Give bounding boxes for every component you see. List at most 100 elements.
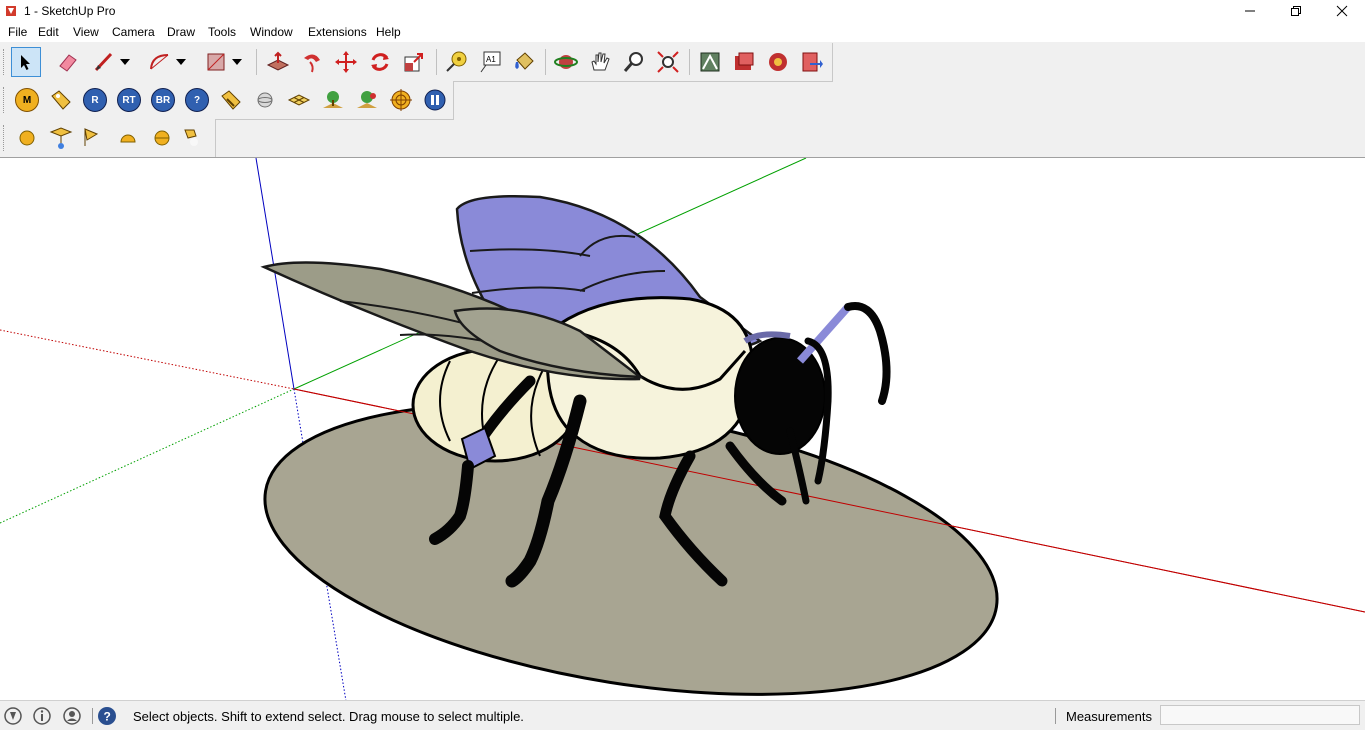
scale-icon [404, 53, 423, 72]
render-grid-button[interactable] [284, 85, 314, 115]
minimize-button[interactable] [1227, 0, 1273, 22]
dome-light-icon [120, 134, 136, 143]
rectangle-tool-button[interactable] [201, 47, 231, 77]
send-to-layout-button[interactable] [797, 47, 827, 77]
environment-tree-red-icon [357, 91, 377, 108]
toolbar-grip[interactable] [3, 87, 6, 113]
render-target-button[interactable] [386, 85, 416, 115]
geo-location-icon[interactable] [3, 706, 23, 726]
select-tool-button[interactable] [11, 47, 41, 77]
menu-edit[interactable]: Edit [38, 25, 59, 39]
render-br-button[interactable]: BR [148, 85, 178, 115]
render-sphere-button[interactable] [250, 85, 280, 115]
drawing-viewport[interactable] [0, 157, 1365, 701]
user-account-icon[interactable] [62, 706, 82, 726]
status-separator [92, 708, 93, 724]
move-button[interactable] [331, 47, 361, 77]
pen-tag-icon [221, 90, 241, 110]
extension-warehouse-icon [735, 52, 754, 70]
half-sphere-button[interactable] [147, 123, 177, 153]
render-rt-icon: RT [117, 88, 141, 112]
select-arrow-icon [21, 55, 30, 70]
zoom-button[interactable] [619, 47, 649, 77]
cone-light-button[interactable] [177, 123, 207, 153]
push-pull-button[interactable] [263, 47, 293, 77]
toolbar-grip[interactable] [3, 125, 6, 151]
rectangle-icon [207, 53, 225, 71]
toolbar-separator [256, 49, 257, 75]
text-button[interactable]: A1 [475, 47, 505, 77]
render-rt-button[interactable]: RT [114, 85, 144, 115]
paint-bucket-button[interactable] [509, 47, 539, 77]
render-tag-button[interactable] [46, 85, 76, 115]
render-r-button[interactable]: R [80, 85, 110, 115]
toolbar-grip[interactable] [3, 49, 6, 75]
follow-me-icon [304, 54, 320, 73]
follow-me-button[interactable] [297, 47, 327, 77]
svg-text:A1: A1 [486, 55, 496, 64]
main-toolbar: A1 [0, 43, 833, 82]
menu-draw[interactable]: Draw [167, 25, 195, 39]
send-to-layout-icon [802, 52, 823, 72]
sphere-light-icon [19, 130, 35, 146]
arc-tool-button[interactable] [145, 47, 175, 77]
render-pause-button[interactable] [420, 85, 450, 115]
pan-button[interactable] [585, 47, 615, 77]
extension-warehouse-button[interactable] [729, 47, 759, 77]
render-help-button[interactable]: ? [182, 85, 212, 115]
arc-dropdown[interactable] [173, 47, 189, 77]
help-question-label: ? [193, 94, 201, 106]
spot-light-button[interactable] [46, 123, 76, 153]
menu-file[interactable]: File [8, 25, 27, 39]
cone-light-icon [184, 129, 198, 146]
render-r-label: R [91, 94, 99, 106]
sphere-light-button[interactable] [12, 123, 42, 153]
chevron-down-icon [120, 59, 130, 65]
menu-bar: File Edit View Camera Draw Tools Window … [0, 22, 1365, 42]
credits-info-icon[interactable] [32, 706, 52, 726]
render-environment2-button[interactable] [352, 85, 382, 115]
render-br-label: BR [155, 94, 171, 106]
green-axis-negative [0, 388, 295, 524]
scale-button[interactable] [399, 47, 429, 77]
spot-light-icon [49, 127, 73, 149]
restore-icon [1291, 6, 1301, 16]
status-separator [1055, 708, 1056, 724]
render-pen-button[interactable] [216, 85, 246, 115]
zoom-extents-button[interactable] [653, 47, 683, 77]
menu-help[interactable]: Help [376, 25, 401, 39]
menu-camera[interactable]: Camera [112, 25, 155, 39]
menu-extensions[interactable]: Extensions [308, 25, 367, 39]
material-m-label: M [22, 94, 32, 106]
render-toolbar: M R RT BR ? [0, 81, 454, 120]
flag-light-button[interactable] [76, 123, 106, 153]
close-button[interactable] [1319, 0, 1365, 22]
zoom-icon [623, 52, 643, 72]
measurements-input[interactable] [1160, 705, 1360, 725]
line-tool-button[interactable] [89, 47, 119, 77]
line-dropdown[interactable] [117, 47, 133, 77]
flag-light-icon [84, 128, 99, 146]
rotate-button[interactable] [365, 47, 395, 77]
shape-dropdown[interactable] [229, 47, 245, 77]
chevron-down-icon [232, 59, 242, 65]
menu-window[interactable]: Window [250, 25, 293, 39]
dome-light-button[interactable] [113, 123, 143, 153]
render-material-button[interactable]: M [12, 85, 42, 115]
menu-view[interactable]: View [73, 25, 99, 39]
tape-measure-button[interactable] [441, 47, 471, 77]
menu-tools[interactable]: Tools [208, 25, 236, 39]
restore-button[interactable] [1273, 0, 1319, 22]
sketchup-logo-icon [6, 6, 16, 16]
toolbar-separator [436, 49, 437, 75]
pause-icon [424, 89, 446, 111]
3d-warehouse-button[interactable] [695, 47, 725, 77]
orbit-button[interactable] [551, 47, 581, 77]
instructor-help-icon[interactable]: ? [97, 706, 117, 726]
bee-model-scene[interactable] [0, 158, 1365, 701]
extension-manager-button[interactable] [763, 47, 793, 77]
status-message: Select objects. Shift to extend select. … [133, 709, 524, 724]
eraser-button[interactable] [53, 47, 83, 77]
pencil-line-icon [94, 52, 113, 72]
render-environment-button[interactable] [318, 85, 348, 115]
